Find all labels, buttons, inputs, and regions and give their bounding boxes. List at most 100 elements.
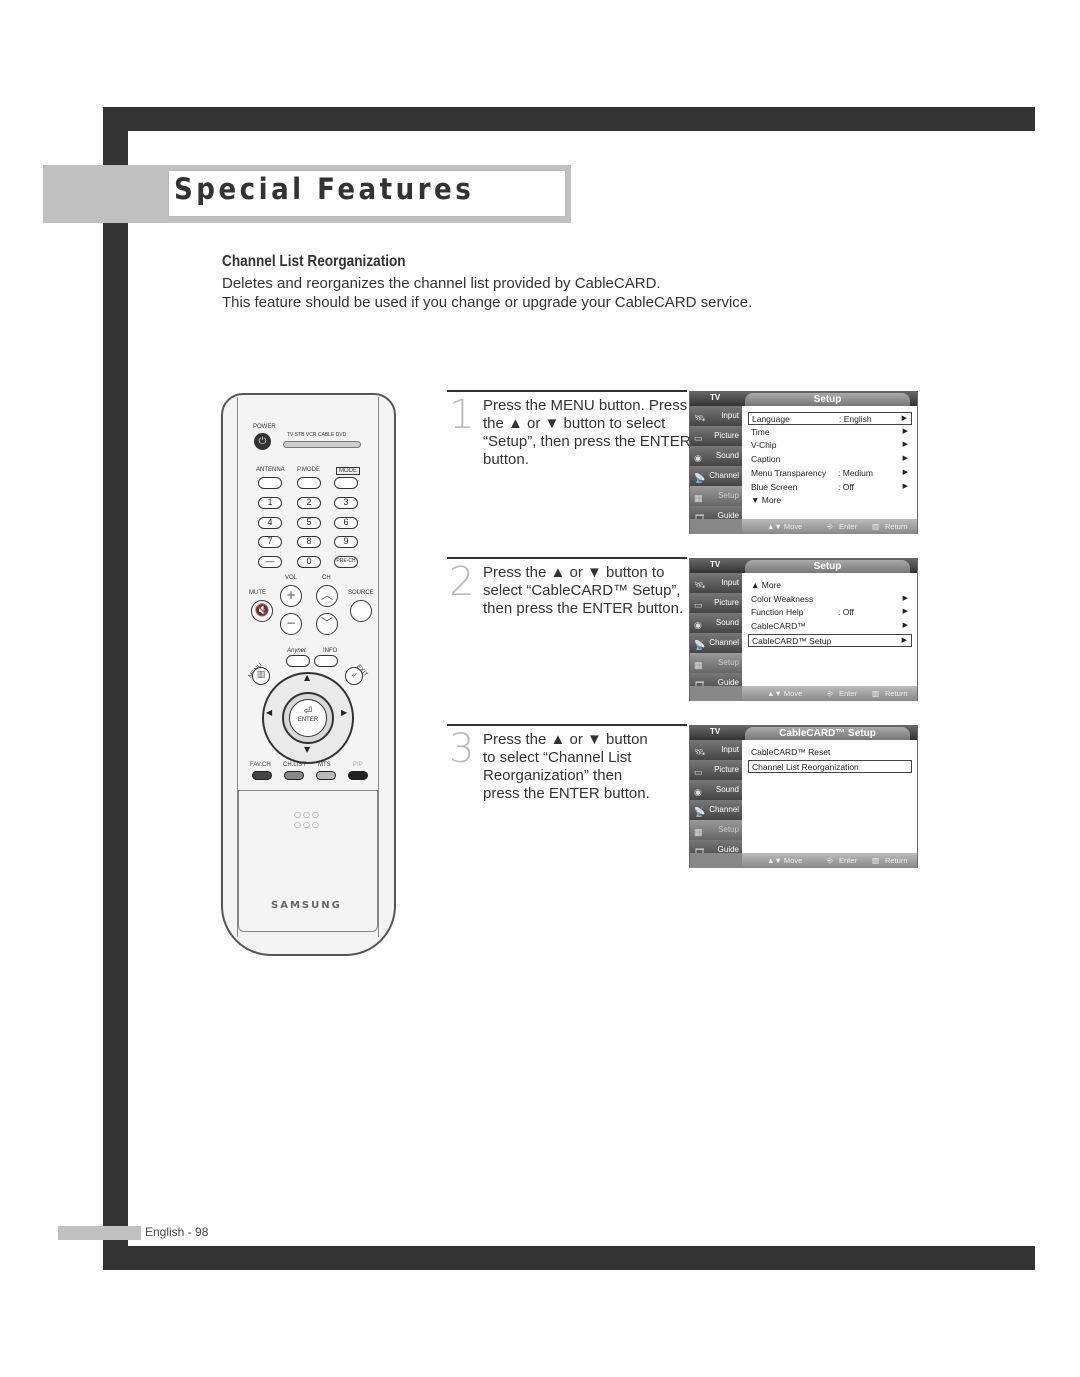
osd-sidebar-label: Picture (714, 431, 739, 440)
mode-indicator (283, 441, 361, 448)
osd-footer: ▲▼ Move ⎆ Enter ▥ Return (742, 853, 917, 868)
osd-menu-item: Time ▶ (748, 426, 912, 439)
osd-sidebar-item-picture: ▭ Picture (690, 760, 742, 780)
description-line-1: Deletes and reorganizes the channel list… (222, 275, 661, 292)
osd-sidebar-label: Setup (718, 825, 739, 834)
step-2-number: 2 (449, 559, 475, 605)
osd-menu-item: ▲ More (748, 579, 912, 592)
osd-sidebar-label: Setup (718, 658, 739, 667)
osd-menu-item: Color Weakness ▶ (748, 593, 912, 606)
mts-label: MTS (318, 762, 331, 768)
osd-sidebar-item-setup: ▦ Setup (690, 653, 742, 673)
osd-return-hint: Return (885, 522, 908, 531)
ch-down-button: ﹀ (316, 613, 338, 635)
arrow-right-icon: ▶ (902, 594, 908, 602)
osd-menu-item: Menu Transparency : Medium ▶ (748, 467, 912, 480)
osd-item-label: Time (751, 426, 770, 437)
osd-item-label: CableCARD™ Setup (752, 635, 832, 646)
power-label: POWER (253, 424, 276, 430)
osd-screen-1: TV Setup 🛰 Input ▭ Picture ◉ Sound 📡 Channel ▦ Setu… (689, 391, 918, 534)
mute-button: 🔇 (251, 600, 273, 622)
osd-title: CableCARD™ Setup (745, 727, 910, 740)
key-6-button: 6 (334, 517, 358, 529)
osd-item-value: : Off (838, 481, 854, 492)
osd-menu-item: Channel List Reorganization (748, 759, 912, 773)
osd-footer-left (690, 853, 742, 868)
enter-icon: ⎆ (827, 522, 833, 531)
key-5-button: 5 (297, 517, 321, 529)
osd-item-label: ▲ More (751, 580, 782, 590)
osd-sidebar-label: Setup (718, 491, 739, 500)
osd-menu-item: CableCARD™ Reset (748, 746, 912, 759)
enter-button: ⏎ ENTER (289, 699, 327, 737)
mode-button (334, 477, 358, 489)
favch-button (252, 771, 272, 780)
source-button (350, 600, 372, 622)
osd-sidebar-item-channel: 📡 Channel (690, 633, 742, 653)
enter-icon: ⏎ (303, 706, 313, 717)
key-8-button: 8 (297, 536, 321, 548)
mute-label: MUTE (249, 590, 266, 596)
osd-sidebar: 🛰 Input ▭ Picture ◉ Sound 📡 Channel ▦ Setup 🎞 Guide (690, 573, 742, 701)
key-7-button: 7 (258, 536, 282, 548)
osd-sidebar-label: Input (721, 745, 739, 754)
osd-enter-hint: Enter (839, 689, 857, 698)
key-4-button: 4 (258, 517, 282, 529)
osd-sidebar-label: Channel (709, 638, 739, 647)
osd-tv-label: TV (710, 393, 721, 402)
arrow-right-icon: ▶ (902, 427, 908, 435)
arrow-right-icon: ▶ (902, 468, 908, 476)
osd-item-value: : English (839, 414, 872, 424)
osd-item-value: : Medium (838, 467, 873, 478)
osd-sidebar-item-channel: 📡 Channel (690, 800, 742, 820)
arrow-down-icon: ▼ (304, 745, 311, 754)
osd-menu-item: Language: English ▶ (748, 412, 912, 425)
arrow-left-icon: ◀ (266, 708, 273, 717)
pmode-label: P.MODE (297, 467, 320, 473)
osd-item-label: Menu Transparency (751, 467, 827, 478)
arrow-right-icon: ▶ (902, 455, 908, 463)
pip-label: PIP (353, 762, 363, 768)
osd-sidebar-item-input: 🛰 Input (690, 740, 742, 760)
osd-sidebar: 🛰 Input ▭ Picture ◉ Sound 📡 Channel ▦ Setup 🎞 Guide (690, 740, 742, 868)
osd-item-label: CableCARD™ (751, 621, 806, 632)
osd-item-label: CableCARD™ Reset (751, 747, 831, 757)
osd-title: Setup (745, 393, 910, 406)
osd-sidebar-item-picture: ▭ Picture (690, 426, 742, 446)
menu-button: ▥ (252, 667, 270, 685)
osd-return-hint: Return (885, 689, 908, 698)
return-icon: ▥ (872, 856, 880, 865)
info-label: INFO (323, 648, 338, 654)
page-number: English - 98 (145, 1225, 209, 1239)
osd-footer-left (690, 686, 742, 701)
key-prech-button: PRE-CH (334, 556, 358, 568)
power-button: ⏻ (254, 433, 271, 450)
section-title: Special Features (174, 172, 475, 206)
step-3-number: 3 (449, 726, 475, 772)
chlist-label: CH.LIST (283, 762, 307, 768)
ir-dots: ○○○ ○○○ (294, 810, 321, 829)
osd-screen-3: TV CableCARD™ Setup 🛰 Input ▭ Picture ◉ Sound 📡 C… (689, 725, 918, 868)
osd-tv-label: TV (710, 727, 721, 736)
frame-top-bar (103, 107, 1035, 131)
favch-label: FAV.CH (250, 762, 271, 768)
source-label: SOURCE (348, 590, 374, 596)
section-heading: Channel List Reorganization (222, 253, 406, 270)
step-1-text: Press the MENU button. Press the ▲ or ▼ … (483, 397, 691, 468)
vol-label: VOL (285, 575, 298, 581)
osd-menu-list: Language: English ▶ Time ▶ V-Chip ▶ Caption ▶ Me… (742, 406, 917, 519)
arrow-right-icon: ▶ (902, 441, 908, 449)
step-1-rule (447, 390, 687, 392)
osd-item-label: Channel List Reorganization (752, 761, 859, 772)
osd-sidebar-label: Sound (715, 618, 739, 627)
vol-down-button: − (280, 613, 302, 635)
osd-sidebar-label: Sound (715, 451, 739, 460)
footer-band (58, 1226, 141, 1240)
osd-sidebar-item-setup: ▦ Setup (690, 820, 742, 840)
key-9-button: 9 (334, 536, 358, 548)
arrow-right-icon: ▶ (901, 636, 907, 644)
pmode-button (297, 477, 321, 489)
osd-item-label: ▼ More (751, 495, 782, 506)
osd-move-hint: ▲▼ Move (767, 522, 803, 531)
step-2-rule (447, 557, 687, 559)
